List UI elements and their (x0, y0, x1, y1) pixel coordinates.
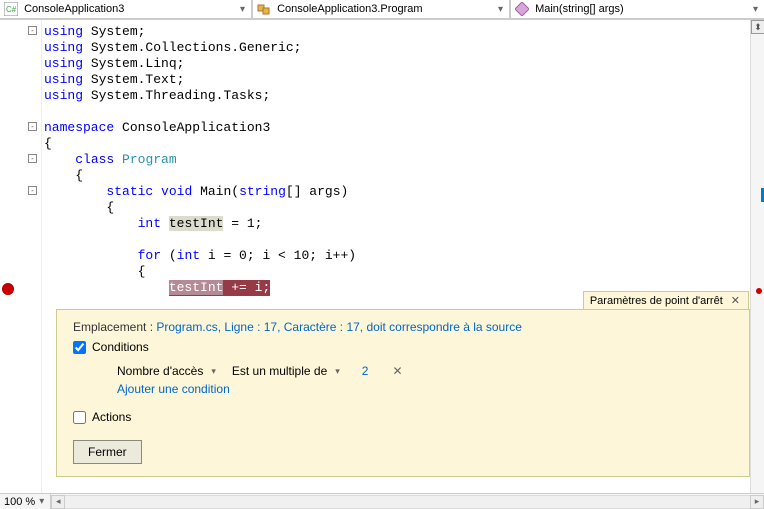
member-dropdown[interactable]: Main(string[] args) ▾ (510, 0, 764, 19)
outline-toggle[interactable]: - (28, 186, 37, 195)
zoom-value: 100 % (4, 496, 35, 508)
breakpoint-marker (756, 288, 762, 294)
split-icon[interactable]: ⬍ (751, 20, 764, 34)
conditions-checkbox-row[interactable]: Conditions (73, 340, 733, 354)
panel-title-bar: Paramètres de point d'arrêt ✕ (583, 291, 749, 309)
chevron-down-icon: ▾ (37, 496, 46, 507)
remove-condition-icon[interactable]: ✕ (388, 364, 406, 378)
chevron-down-icon: ▾ (238, 4, 247, 15)
scroll-left-icon[interactable]: ◂ (51, 495, 65, 509)
scroll-track[interactable] (65, 495, 750, 509)
location-label: Emplacement : (73, 320, 156, 334)
navigation-bar: C# ConsoleApplication3 ▾ ConsoleApplicat… (0, 0, 764, 20)
chevron-down-icon: ▾ (209, 366, 218, 377)
scope-text: ConsoleApplication3 (24, 3, 124, 15)
csharp-icon: C# (4, 2, 18, 16)
condition-value[interactable]: 2 (356, 364, 375, 378)
scope-dropdown[interactable]: C# ConsoleApplication3 ▾ (0, 0, 252, 19)
conditions-checkbox[interactable] (73, 341, 86, 354)
scroll-right-icon[interactable]: ▸ (750, 495, 764, 509)
class-icon (257, 2, 271, 16)
add-condition-link[interactable]: Ajouter une condition (117, 382, 733, 396)
condition-type-dropdown[interactable]: Nombre d'accès ▾ (117, 364, 218, 378)
breakpoint-line: testInt += i; (169, 280, 270, 296)
panel-title: Paramètres de point d'arrêt (590, 295, 723, 307)
outline-toggle[interactable]: - (28, 122, 37, 131)
chevron-down-icon: ▾ (751, 4, 760, 15)
close-button[interactable]: Fermer (73, 440, 142, 464)
breakpoint-icon[interactable] (2, 283, 14, 295)
chevron-down-icon: ▾ (333, 366, 342, 377)
overview-ruler[interactable]: ⬍ (750, 20, 764, 495)
condition-operator-dropdown[interactable]: Est un multiple de ▾ (232, 364, 342, 378)
actions-checkbox[interactable] (73, 411, 86, 424)
location-row: Emplacement : Program.cs, Ligne : 17, Ca… (73, 320, 733, 334)
outline-toggle[interactable]: - (28, 26, 37, 35)
location-link[interactable]: Program.cs, Ligne : 17, Caractère : 17, … (156, 320, 522, 334)
horizontal-scrollbar[interactable]: ◂ ▸ (51, 494, 764, 509)
outline-toggle[interactable]: - (28, 154, 37, 163)
condition-row: Nombre d'accès ▾ Est un multiple de ▾ 2 … (117, 360, 733, 382)
code-editor: - - - - using System; using System.Colle… (0, 20, 764, 495)
status-bar: 100 % ▾ ◂ ▸ (0, 493, 764, 509)
member-text: Main(string[] args) (535, 3, 624, 15)
zoom-dropdown[interactable]: 100 % ▾ (0, 494, 51, 509)
class-dropdown[interactable]: ConsoleApplication3.Program ▾ (252, 0, 510, 19)
method-icon (515, 2, 529, 16)
svg-text:C#: C# (6, 5, 17, 14)
gutter[interactable]: - - - - (0, 20, 42, 495)
close-icon[interactable]: ✕ (729, 294, 742, 307)
breakpoint-settings-panel: Paramètres de point d'arrêt ✕ Emplacemen… (56, 309, 750, 477)
actions-checkbox-row[interactable]: Actions (73, 410, 733, 424)
conditions-label: Conditions (92, 340, 149, 354)
chevron-down-icon: ▾ (496, 4, 505, 15)
actions-label: Actions (92, 410, 131, 424)
class-text: ConsoleApplication3.Program (277, 3, 423, 15)
